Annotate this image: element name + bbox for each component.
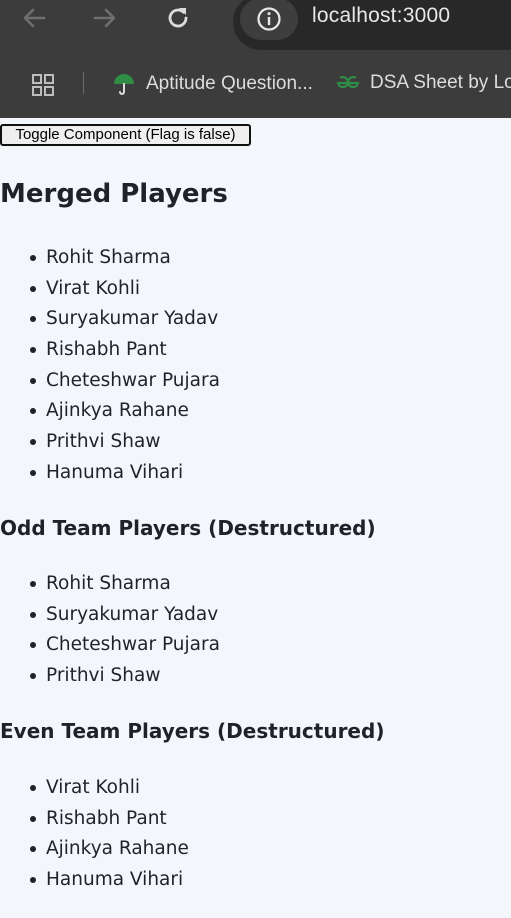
- odd-team-list: Rohit Sharma Suryakumar Yadav Cheteshwar…: [0, 571, 220, 694]
- arrow-left-icon: [23, 8, 46, 28]
- list-item: Cheteshwar Pujara: [0, 632, 220, 663]
- browser-chrome: localhost:3000 Aptitude Question... DSA …: [0, 0, 511, 118]
- list-item: Prithvi Shaw: [0, 429, 220, 460]
- list-item: Rohit Sharma: [0, 245, 220, 276]
- browser-toolbar: localhost:3000: [0, 0, 511, 50]
- bookmark-dsa-sheet[interactable]: DSA Sheet by Lov: [336, 72, 511, 94]
- bookmarks-bar: Aptitude Question... DSA Sheet by Lov: [0, 56, 511, 112]
- list-item: Hanuma Vihari: [0, 460, 220, 491]
- url-text[interactable]: localhost:3000: [312, 4, 450, 28]
- list-item: Rishabh Pant: [0, 337, 220, 368]
- list-item: Ajinkya Rahane: [0, 836, 189, 867]
- list-item: Hanuma Vihari: [0, 867, 189, 898]
- toggle-component-button[interactable]: Toggle Component (Flag is false): [0, 124, 251, 146]
- list-item: Suryakumar Yadav: [0, 602, 220, 633]
- even-team-heading: Even Team Players (Destructured): [0, 719, 385, 743]
- list-item: Rohit Sharma: [0, 571, 220, 602]
- list-item: Cheteshwar Pujara: [0, 368, 220, 399]
- back-button[interactable]: [17, 2, 51, 34]
- bookmarks-divider: [83, 72, 84, 94]
- list-item: Prithvi Shaw: [0, 663, 220, 694]
- odd-team-heading: Odd Team Players (Destructured): [0, 516, 376, 540]
- bookmark-label: DSA Sheet by Lov: [370, 72, 511, 93]
- umbrella-icon: [114, 74, 134, 95]
- bookmark-label: Aptitude Question...: [146, 73, 313, 94]
- bookmark-aptitude[interactable]: Aptitude Question...: [112, 72, 313, 96]
- list-item: Rishabh Pant: [0, 806, 189, 837]
- list-item: Virat Kohli: [0, 276, 220, 307]
- merged-players-heading: Merged Players: [0, 179, 228, 209]
- page-content: Toggle Component (Flag is false) Merged …: [0, 118, 511, 918]
- reload-button[interactable]: [161, 2, 195, 34]
- forward-button[interactable]: [88, 2, 122, 34]
- even-team-list: Virat Kohli Rishabh Pant Ajinkya Rahane …: [0, 775, 189, 898]
- merged-players-list: Rohit Sharma Virat Kohli Suryakumar Yada…: [0, 245, 220, 491]
- list-item: Suryakumar Yadav: [0, 306, 220, 337]
- arrow-right-icon: [93, 8, 116, 28]
- info-icon: [257, 7, 281, 31]
- list-item: Virat Kohli: [0, 775, 189, 806]
- reload-icon: [168, 8, 188, 28]
- list-item: Ajinkya Rahane: [0, 398, 220, 429]
- site-info-button[interactable]: [240, 0, 298, 40]
- apps-grid-icon[interactable]: [32, 74, 54, 100]
- geeksforgeeks-icon: [336, 75, 360, 89]
